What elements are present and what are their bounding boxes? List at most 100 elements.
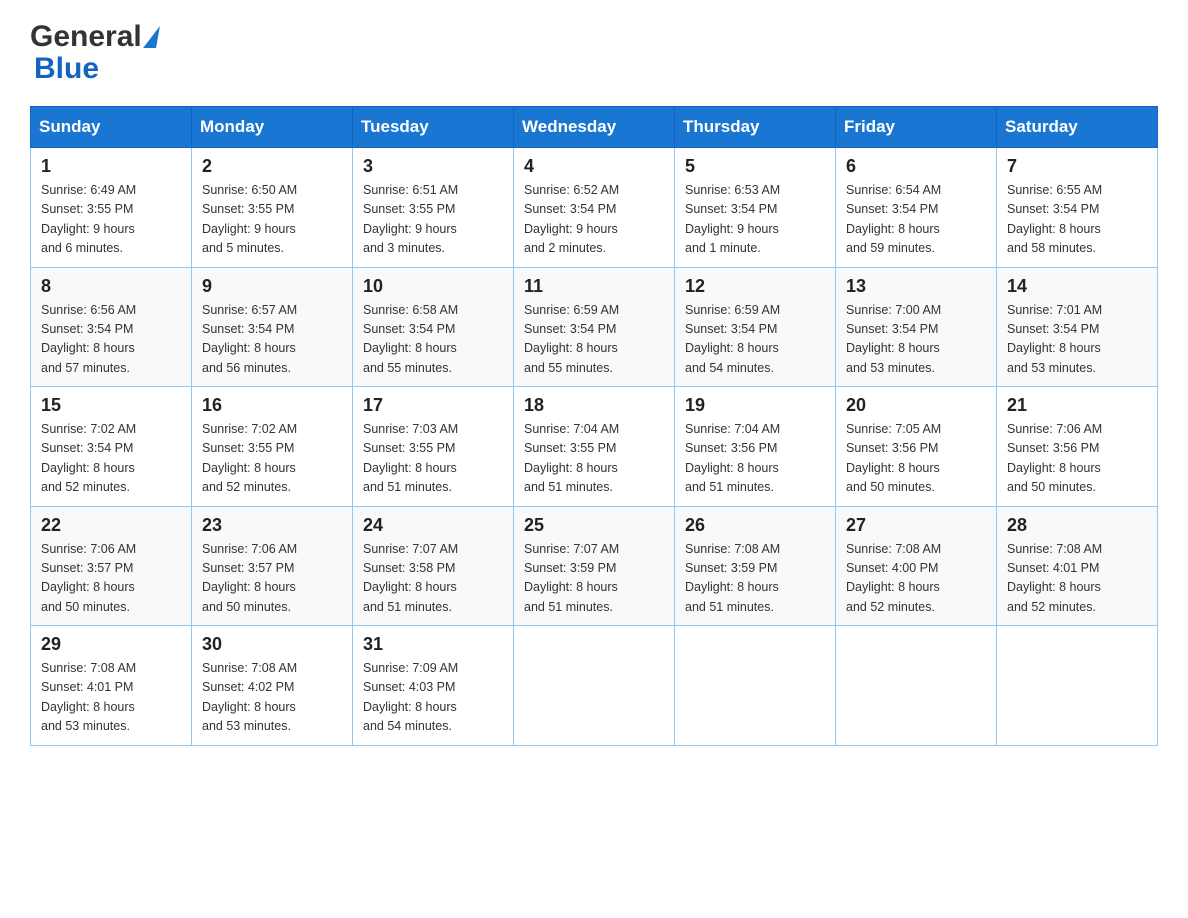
day-info: Sunrise: 7:08 AMSunset: 4:02 PMDaylight:…: [202, 659, 342, 737]
day-info: Sunrise: 6:59 AMSunset: 3:54 PMDaylight:…: [685, 301, 825, 379]
day-number: 16: [202, 395, 342, 416]
header-wednesday: Wednesday: [514, 107, 675, 148]
calendar-day-cell: 18 Sunrise: 7:04 AMSunset: 3:55 PMDayligh…: [514, 387, 675, 507]
day-info: Sunrise: 7:03 AMSunset: 3:55 PMDaylight:…: [363, 420, 503, 498]
day-number: 18: [524, 395, 664, 416]
calendar-day-cell: 26 Sunrise: 7:08 AMSunset: 3:59 PMDayligh…: [675, 506, 836, 626]
calendar-day-cell: [514, 626, 675, 746]
calendar-table: Sunday Monday Tuesday Wednesday Thursday…: [30, 106, 1158, 746]
calendar-day-cell: 19 Sunrise: 7:04 AMSunset: 3:56 PMDayligh…: [675, 387, 836, 507]
header-saturday: Saturday: [997, 107, 1158, 148]
day-info: Sunrise: 7:08 AMSunset: 3:59 PMDaylight:…: [685, 540, 825, 618]
page-header: General Blue: [30, 20, 1158, 86]
calendar-day-cell: 28Sunrise: 7:08 AMSunset: 4:01 PMDayligh…: [997, 506, 1158, 626]
calendar-week-row: 15Sunrise: 7:02 AMSunset: 3:54 PMDayligh…: [31, 387, 1158, 507]
day-number: 17: [363, 395, 503, 416]
calendar-day-cell: 12 Sunrise: 6:59 AMSunset: 3:54 PMDayligh…: [675, 267, 836, 387]
calendar-day-cell: 3 Sunrise: 6:51 AMSunset: 3:55 PMDaylight…: [353, 148, 514, 268]
calendar-day-cell: 24 Sunrise: 7:07 AMSunset: 3:58 PMDayligh…: [353, 506, 514, 626]
day-info: Sunrise: 6:54 AMSunset: 3:54 PMDaylight:…: [846, 181, 986, 259]
day-info: Sunrise: 6:58 AMSunset: 3:54 PMDaylight:…: [363, 301, 503, 379]
calendar-day-cell: 30Sunrise: 7:08 AMSunset: 4:02 PMDayligh…: [192, 626, 353, 746]
header-thursday: Thursday: [675, 107, 836, 148]
day-info: Sunrise: 7:02 AMSunset: 3:54 PMDaylight:…: [41, 420, 181, 498]
header-tuesday: Tuesday: [353, 107, 514, 148]
calendar-day-cell: 25 Sunrise: 7:07 AMSunset: 3:59 PMDayligh…: [514, 506, 675, 626]
day-number: 7: [1007, 156, 1147, 177]
day-number: 11: [524, 276, 664, 297]
day-info: Sunrise: 7:06 AMSunset: 3:57 PMDaylight:…: [202, 540, 342, 618]
day-info: Sunrise: 7:08 AMSunset: 4:00 PMDaylight:…: [846, 540, 986, 618]
day-number: 2: [202, 156, 342, 177]
calendar-day-cell: 10 Sunrise: 6:58 AMSunset: 3:54 PMDayligh…: [353, 267, 514, 387]
day-info: Sunrise: 6:52 AMSunset: 3:54 PMDaylight:…: [524, 181, 664, 259]
calendar-week-row: 1Sunrise: 6:49 AMSunset: 3:55 PMDaylight…: [31, 148, 1158, 268]
day-number: 14: [1007, 276, 1147, 297]
day-number: 26: [685, 515, 825, 536]
calendar-day-cell: 4 Sunrise: 6:52 AMSunset: 3:54 PMDaylight…: [514, 148, 675, 268]
header-monday: Monday: [192, 107, 353, 148]
calendar-week-row: 22 Sunrise: 7:06 AMSunset: 3:57 PMDayligh…: [31, 506, 1158, 626]
day-info: Sunrise: 7:04 AMSunset: 3:55 PMDaylight:…: [524, 420, 664, 498]
day-info: Sunrise: 6:56 AMSunset: 3:54 PMDaylight:…: [41, 301, 181, 379]
day-info: Sunrise: 6:59 AMSunset: 3:54 PMDaylight:…: [524, 301, 664, 379]
calendar-day-cell: 8 Sunrise: 6:56 AMSunset: 3:54 PMDaylight…: [31, 267, 192, 387]
day-number: 23: [202, 515, 342, 536]
calendar-day-cell: 21Sunrise: 7:06 AMSunset: 3:56 PMDayligh…: [997, 387, 1158, 507]
calendar-day-cell: 2 Sunrise: 6:50 AMSunset: 3:55 PMDaylight…: [192, 148, 353, 268]
day-number: 27: [846, 515, 986, 536]
logo-arrow-icon: [143, 26, 160, 48]
day-number: 29: [41, 634, 181, 655]
day-info: Sunrise: 7:07 AMSunset: 3:58 PMDaylight:…: [363, 540, 503, 618]
day-number: 9: [202, 276, 342, 297]
day-header-row: Sunday Monday Tuesday Wednesday Thursday…: [31, 107, 1158, 148]
day-info: Sunrise: 7:01 AMSunset: 3:54 PMDaylight:…: [1007, 301, 1147, 379]
calendar-day-cell: [675, 626, 836, 746]
day-number: 6: [846, 156, 986, 177]
calendar-body: 1Sunrise: 6:49 AMSunset: 3:55 PMDaylight…: [31, 148, 1158, 746]
day-number: 12: [685, 276, 825, 297]
calendar-day-cell: 5 Sunrise: 6:53 AMSunset: 3:54 PMDaylight…: [675, 148, 836, 268]
day-number: 28: [1007, 515, 1147, 536]
day-info: Sunrise: 7:07 AMSunset: 3:59 PMDaylight:…: [524, 540, 664, 618]
calendar-day-cell: 9 Sunrise: 6:57 AMSunset: 3:54 PMDaylight…: [192, 267, 353, 387]
day-number: 13: [846, 276, 986, 297]
calendar-day-cell: 23 Sunrise: 7:06 AMSunset: 3:57 PMDayligh…: [192, 506, 353, 626]
day-info: Sunrise: 6:55 AMSunset: 3:54 PMDaylight:…: [1007, 181, 1147, 259]
day-info: Sunrise: 6:51 AMSunset: 3:55 PMDaylight:…: [363, 181, 503, 259]
day-info: Sunrise: 6:57 AMSunset: 3:54 PMDaylight:…: [202, 301, 342, 379]
day-number: 4: [524, 156, 664, 177]
calendar-day-cell: [997, 626, 1158, 746]
day-number: 31: [363, 634, 503, 655]
logo: General Blue: [30, 20, 161, 86]
day-number: 22: [41, 515, 181, 536]
day-info: Sunrise: 7:02 AMSunset: 3:55 PMDaylight:…: [202, 420, 342, 498]
day-number: 25: [524, 515, 664, 536]
day-number: 3: [363, 156, 503, 177]
day-info: Sunrise: 7:06 AMSunset: 3:57 PMDaylight:…: [41, 540, 181, 618]
calendar-day-cell: 31Sunrise: 7:09 AMSunset: 4:03 PMDayligh…: [353, 626, 514, 746]
logo-text-general: General: [30, 20, 142, 54]
calendar-day-cell: 16 Sunrise: 7:02 AMSunset: 3:55 PMDayligh…: [192, 387, 353, 507]
day-number: 24: [363, 515, 503, 536]
calendar-day-cell: 20 Sunrise: 7:05 AMSunset: 3:56 PMDayligh…: [836, 387, 997, 507]
calendar-day-cell: 15Sunrise: 7:02 AMSunset: 3:54 PMDayligh…: [31, 387, 192, 507]
day-info: Sunrise: 6:53 AMSunset: 3:54 PMDaylight:…: [685, 181, 825, 259]
day-number: 8: [41, 276, 181, 297]
calendar-day-cell: 14 Sunrise: 7:01 AMSunset: 3:54 PMDayligh…: [997, 267, 1158, 387]
day-info: Sunrise: 6:50 AMSunset: 3:55 PMDaylight:…: [202, 181, 342, 259]
calendar-day-cell: 27 Sunrise: 7:08 AMSunset: 4:00 PMDayligh…: [836, 506, 997, 626]
day-info: Sunrise: 7:06 AMSunset: 3:56 PMDaylight:…: [1007, 420, 1147, 498]
day-info: Sunrise: 7:08 AMSunset: 4:01 PMDaylight:…: [41, 659, 181, 737]
day-number: 10: [363, 276, 503, 297]
day-info: Sunrise: 6:49 AMSunset: 3:55 PMDaylight:…: [41, 181, 181, 259]
calendar-day-cell: 13Sunrise: 7:00 AMSunset: 3:54 PMDayligh…: [836, 267, 997, 387]
calendar-header: Sunday Monday Tuesday Wednesday Thursday…: [31, 107, 1158, 148]
day-number: 5: [685, 156, 825, 177]
day-number: 20: [846, 395, 986, 416]
calendar-week-row: 8 Sunrise: 6:56 AMSunset: 3:54 PMDaylight…: [31, 267, 1158, 387]
day-number: 19: [685, 395, 825, 416]
calendar-day-cell: 6 Sunrise: 6:54 AMSunset: 3:54 PMDaylight…: [836, 148, 997, 268]
day-info: Sunrise: 7:05 AMSunset: 3:56 PMDaylight:…: [846, 420, 986, 498]
day-info: Sunrise: 7:04 AMSunset: 3:56 PMDaylight:…: [685, 420, 825, 498]
